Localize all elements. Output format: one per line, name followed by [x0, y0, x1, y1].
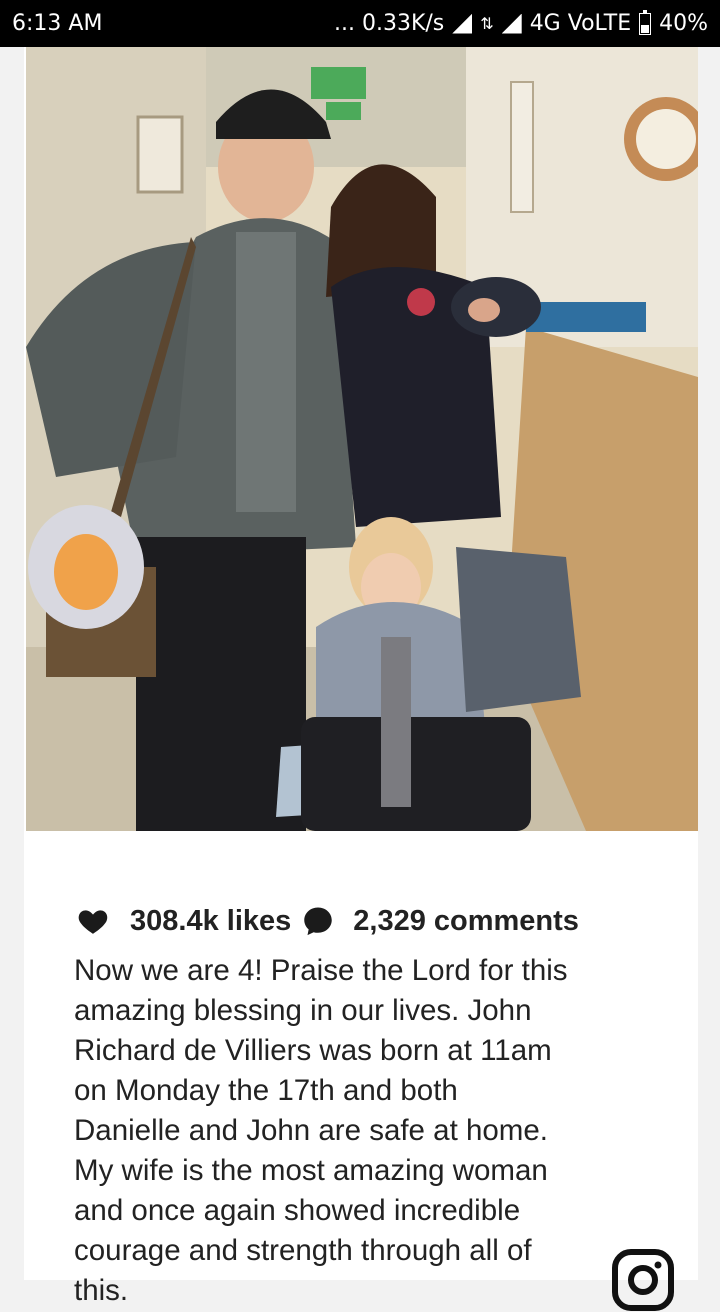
status-time: 6:13 AM — [12, 11, 103, 36]
battery-icon — [639, 9, 652, 35]
signal-strength-icon — [501, 13, 522, 34]
instagram-icon[interactable] — [611, 1248, 675, 1312]
post-photo[interactable] — [26, 47, 698, 831]
likes-count[interactable]: 308.4k likes — [130, 905, 291, 938]
comment-icon[interactable] — [301, 904, 335, 938]
comments-count[interactable]: 2,329 comments — [353, 905, 579, 938]
network-type: 4G VoLTE — [529, 11, 632, 36]
network-speed: ... 0.33K/s — [334, 11, 445, 36]
engagement-stats: 308.4k likes 2,329 comments — [76, 901, 579, 941]
signal-icon — [452, 13, 473, 34]
battery-percent: 40% — [659, 11, 708, 36]
status-bar: 6:13 AM ... 0.33K/s ⇅ 4G VoLTE 40% — [0, 0, 720, 47]
status-indicators: ... 0.33K/s ⇅ 4G VoLTE 40% — [334, 9, 708, 36]
post-card: 308.4k likes 2,329 comments Now we are 4… — [24, 47, 698, 1307]
heart-icon[interactable] — [76, 904, 110, 938]
photo-illustration — [26, 47, 698, 831]
data-transfer-icon: ⇅ — [480, 14, 494, 33]
post-caption: Now we are 4! Praise the Lord for this a… — [74, 954, 568, 1307]
